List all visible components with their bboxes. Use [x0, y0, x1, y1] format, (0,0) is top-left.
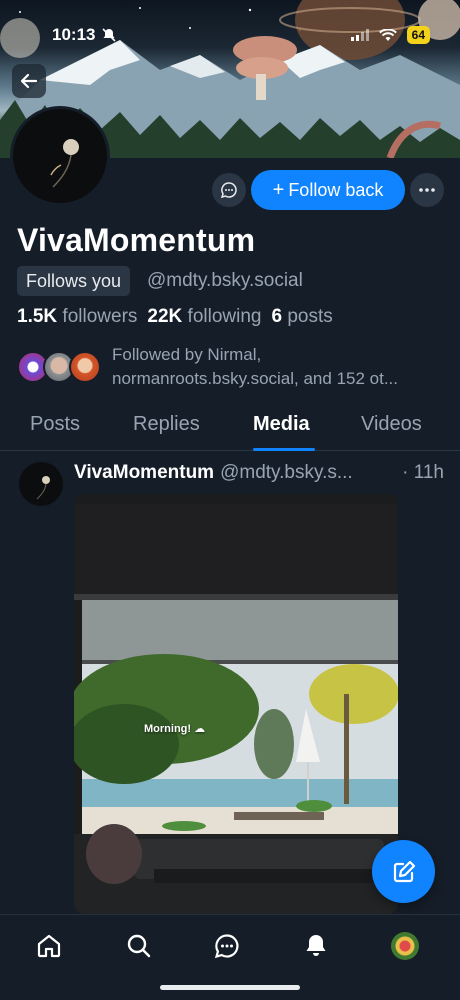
nav-notifications[interactable] — [296, 929, 336, 963]
tab-posts[interactable]: Posts — [30, 413, 80, 436]
tab-media[interactable]: Media — [253, 413, 310, 436]
profile-screen: 10:13 64 + Follow back VivaMomentum Foll… — [0, 0, 460, 1000]
tab-replies[interactable]: Replies — [133, 413, 200, 436]
more-options-button[interactable] — [410, 173, 444, 207]
post-author-avatar[interactable] — [19, 462, 63, 506]
post-header: VivaMomentum @mdty.bsky.s... · 11h — [74, 462, 446, 484]
back-button[interactable] — [12, 64, 46, 98]
avatar — [391, 932, 419, 960]
following-stat[interactable]: 22K following — [147, 306, 261, 328]
compose-post-button[interactable] — [372, 840, 435, 903]
status-time: 10:13 — [52, 25, 96, 44]
followed-by-line2: normanroots.bsky.social, and 152 ot... — [112, 369, 399, 388]
nav-profile[interactable] — [385, 929, 425, 963]
nav-home[interactable] — [29, 929, 69, 963]
post-timestamp[interactable]: · 11h — [402, 462, 444, 484]
followed-by-line1: Followed by Nirmal, — [112, 345, 262, 364]
follows-you-badge: Follows you — [17, 266, 131, 296]
cellular-signal-icon — [350, 29, 369, 41]
arrow-left-icon — [20, 73, 38, 89]
home-icon — [37, 934, 61, 958]
plus-icon: + — [272, 178, 285, 201]
profile-handle: @mdty.bsky.social — [147, 270, 303, 291]
compose-icon — [393, 860, 415, 882]
known-followers[interactable]: Followed by Nirmal, normanroots.bsky.soc… — [17, 343, 447, 391]
profile-avatar[interactable] — [10, 106, 110, 206]
notifications-icon — [306, 935, 326, 956]
profile-stats: 1.5K followers 22K following 6 posts — [17, 306, 333, 328]
profile-display-name: VivaMomentum — [17, 222, 256, 258]
known-follower-avatars — [17, 351, 101, 383]
followers-stat[interactable]: 1.5K followers — [17, 306, 137, 328]
nav-search[interactable] — [119, 929, 159, 963]
battery-indicator: 64 — [406, 26, 430, 44]
mute-bell-icon — [102, 28, 117, 42]
media-thumbnail — [74, 494, 398, 914]
media-caption-text: Morning! ☁ — [144, 723, 206, 735]
follow-back-button[interactable]: + Follow back — [251, 170, 405, 210]
avatar — [69, 351, 101, 383]
avatar-image — [36, 476, 50, 500]
follow-back-label: Follow back — [288, 179, 384, 200]
tab-videos[interactable]: Videos — [361, 413, 422, 436]
search-icon — [127, 934, 151, 958]
message-button[interactable] — [212, 173, 246, 207]
avatar-image — [50, 139, 79, 188]
post-media-video[interactable]: Morning! ☁ — [74, 494, 398, 914]
status-bar: 10:13 64 — [0, 18, 460, 52]
nav-chat[interactable] — [207, 929, 247, 963]
wifi-icon — [378, 28, 397, 41]
active-tab-indicator — [253, 448, 315, 451]
home-indicator — [160, 985, 300, 990]
post-author-handle[interactable]: @mdty.bsky.s... — [220, 462, 380, 484]
ellipsis-icon — [419, 188, 435, 192]
post-author-name[interactable]: VivaMomentum — [74, 462, 214, 484]
chat-icon — [214, 934, 239, 959]
posts-stat: 6 posts — [271, 306, 333, 327]
chat-bubble-icon — [220, 182, 237, 199]
profile-tabs: Posts Replies Media Videos — [0, 405, 460, 451]
